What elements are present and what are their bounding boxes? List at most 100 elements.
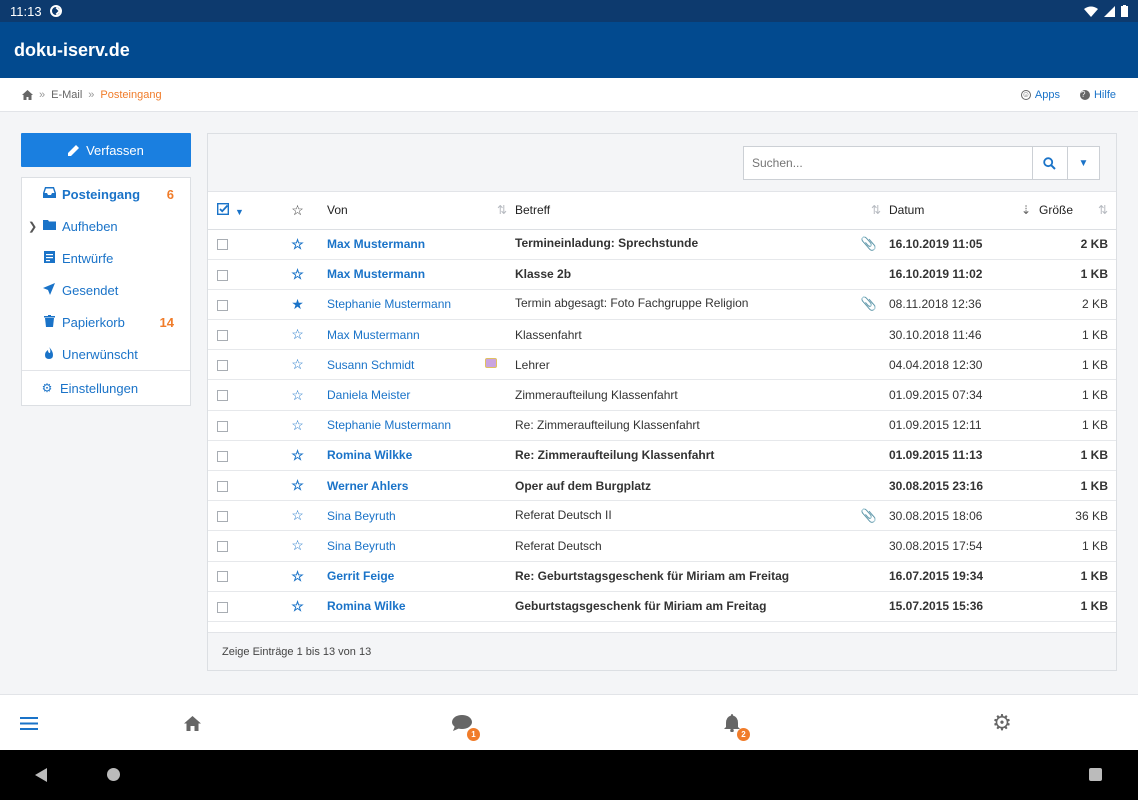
sender-name[interactable]: Stephanie Mustermann bbox=[327, 297, 451, 311]
table-row[interactable]: ☆ Stephanie Mustermann Re: Zimmeraufteilun… bbox=[208, 410, 1116, 441]
system-home-button[interactable] bbox=[107, 768, 120, 781]
row-checkbox[interactable] bbox=[217, 329, 228, 341]
star-outline-icon[interactable]: ☆ bbox=[291, 417, 304, 433]
help-link[interactable]: ? Hilfe bbox=[1079, 89, 1116, 101]
row-checkbox[interactable] bbox=[217, 269, 228, 281]
sort-icon[interactable]: ⇅ bbox=[871, 203, 881, 217]
row-checkbox[interactable] bbox=[217, 239, 228, 251]
mail-subject[interactable]: Referat Deutsch bbox=[515, 539, 602, 553]
sender-name[interactable]: Sina Beyruth bbox=[327, 539, 396, 553]
messages-button[interactable]: 1 bbox=[450, 711, 480, 741]
sender-name[interactable]: Max Mustermann bbox=[327, 328, 420, 342]
row-checkbox[interactable] bbox=[217, 299, 228, 311]
sender-name[interactable]: Gerrit Feige bbox=[327, 569, 394, 583]
row-checkbox[interactable] bbox=[217, 601, 228, 613]
row-checkbox[interactable] bbox=[217, 360, 228, 372]
star-outline-icon[interactable]: ☆ bbox=[291, 356, 304, 372]
home-icon[interactable] bbox=[22, 89, 33, 100]
row-checkbox[interactable] bbox=[217, 571, 228, 583]
star-outline-icon[interactable]: ☆ bbox=[291, 236, 304, 252]
table-row[interactable]: ☆ Sina Beyruth Referat Deutsch II 📎 30.08.20… bbox=[208, 500, 1116, 532]
breadcrumb-inbox[interactable]: Posteingang bbox=[100, 89, 161, 101]
search-options-button[interactable]: ▼ bbox=[1067, 147, 1099, 179]
row-checkbox[interactable] bbox=[217, 420, 228, 432]
home-button[interactable] bbox=[180, 711, 204, 735]
folder-inbox[interactable]: Posteingang 6 bbox=[22, 178, 190, 210]
header-from[interactable]: Von ⇅ bbox=[325, 192, 515, 230]
compose-button[interactable]: Verfassen bbox=[21, 133, 191, 167]
search-input[interactable] bbox=[744, 147, 1032, 179]
sender-name[interactable]: Daniela Meister bbox=[327, 388, 410, 402]
checkbox-checked-icon[interactable]: ▼ bbox=[216, 202, 244, 218]
mail-subject[interactable]: Klasse 2b bbox=[515, 267, 571, 281]
mail-settings[interactable]: ⚙ Einstellungen bbox=[22, 371, 190, 405]
apps-link[interactable]: ☺ Apps bbox=[1020, 89, 1060, 101]
sender-name[interactable]: Max Mustermann bbox=[327, 237, 425, 251]
sort-desc-icon[interactable]: ⇣ bbox=[1021, 203, 1031, 217]
header-date[interactable]: Datum ⇣ bbox=[889, 192, 1039, 230]
mail-subject[interactable]: Lehrer bbox=[515, 358, 550, 372]
sender-name[interactable]: Werner Ahlers bbox=[327, 479, 408, 493]
caret-down-icon[interactable]: ▼ bbox=[235, 207, 244, 217]
table-row[interactable]: ☆ Daniela Meister Zimmeraufteilung Klassen… bbox=[208, 379, 1116, 411]
chevron-right-icon[interactable]: ❯ bbox=[28, 220, 37, 233]
sort-icon[interactable]: ⇅ bbox=[1098, 203, 1108, 217]
table-row[interactable]: ☆ Gerrit Feige Re: Geburtstagsgeschenk für… bbox=[208, 561, 1116, 592]
mail-subject[interactable]: Referat Deutsch II bbox=[515, 508, 612, 522]
mail-subject[interactable]: Re: Zimmeraufteilung Klassenfahrt bbox=[515, 418, 700, 432]
mail-subject[interactable]: Zimmeraufteilung Klassenfahrt bbox=[515, 388, 678, 402]
mail-subject[interactable]: Termin abgesagt: Foto Fachgruppe Religio… bbox=[515, 296, 748, 310]
sender-name[interactable]: Romina Wilke bbox=[327, 599, 406, 613]
star-outline-icon[interactable]: ☆ bbox=[291, 598, 304, 614]
row-checkbox[interactable] bbox=[217, 450, 228, 462]
row-checkbox[interactable] bbox=[217, 390, 228, 402]
table-row[interactable]: ☆ Romina Wilke Geburtstagsgeschenk für Mir… bbox=[208, 591, 1116, 622]
star-outline-icon[interactable]: ☆ bbox=[291, 266, 304, 282]
row-checkbox[interactable] bbox=[217, 480, 228, 492]
recent-apps-button[interactable] bbox=[1089, 768, 1102, 781]
sender-name[interactable]: Max Mustermann bbox=[327, 267, 425, 281]
select-all-header[interactable]: ▼ bbox=[208, 192, 270, 230]
sender-name[interactable]: Sina Beyruth bbox=[327, 509, 396, 523]
row-checkbox[interactable] bbox=[217, 541, 228, 553]
notifications-button[interactable]: 2 bbox=[720, 711, 750, 741]
row-checkbox[interactable] bbox=[217, 511, 228, 523]
table-row[interactable]: ☆ Sina Beyruth Referat Deutsch 30.08.2015 1… bbox=[208, 530, 1116, 562]
settings-button[interactable]: ⚙ bbox=[990, 710, 1014, 735]
star-outline-icon[interactable]: ☆ bbox=[291, 537, 304, 553]
mail-subject[interactable]: Termineinladung: Sprechstunde bbox=[515, 236, 698, 250]
star-outline-icon[interactable]: ☆ bbox=[291, 568, 304, 584]
star-filled-icon[interactable]: ★ bbox=[291, 296, 304, 312]
folder-spam[interactable]: Unerwünscht bbox=[22, 338, 190, 370]
table-row[interactable]: ☆ Susann Schmidt Lehrer 04.04.2018 12:30 1 K… bbox=[208, 349, 1116, 381]
back-button[interactable] bbox=[35, 768, 47, 782]
star-outline-icon[interactable]: ☆ bbox=[291, 326, 304, 342]
folder-drafts[interactable]: Entwürfe bbox=[22, 242, 190, 274]
folder-sent[interactable]: Gesendet bbox=[22, 274, 190, 306]
star-outline-icon[interactable]: ☆ bbox=[291, 507, 304, 523]
star-outline-icon[interactable]: ☆ bbox=[291, 447, 304, 463]
table-row[interactable]: ☆ Max Mustermann Klassenfahrt 30.10.2018 11… bbox=[208, 319, 1116, 351]
sender-name[interactable]: Stephanie Mustermann bbox=[327, 418, 451, 432]
sender-name[interactable]: Romina Wilkke bbox=[327, 448, 412, 462]
mail-subject[interactable]: Klassenfahrt bbox=[515, 328, 582, 342]
mail-subject[interactable]: Oper auf dem Burgplatz bbox=[515, 479, 651, 493]
sender-name[interactable]: Susann Schmidt bbox=[327, 358, 414, 372]
star-outline-icon[interactable]: ☆ bbox=[291, 477, 304, 493]
table-row[interactable]: ☆ Werner Ahlers Oper auf dem Burgplatz 30.0… bbox=[208, 470, 1116, 502]
folder-trash[interactable]: Papierkorb 14 bbox=[22, 306, 190, 338]
star-outline-icon[interactable]: ☆ bbox=[291, 387, 304, 403]
table-row[interactable]: ☆ Romina Wilkke Re: Zimmeraufteilung Klass… bbox=[208, 440, 1116, 472]
header-size[interactable]: Größe ⇅ bbox=[1039, 192, 1116, 230]
table-row[interactable]: ☆ Max Mustermann Termineinladung: Sprechst… bbox=[208, 229, 1116, 260]
header-subject[interactable]: Betreff ⇅ bbox=[515, 192, 889, 230]
menu-button[interactable] bbox=[17, 711, 41, 735]
sort-icon[interactable]: ⇅ bbox=[497, 203, 507, 217]
table-row[interactable]: ★ Stephanie Mustermann Termin abgesagt: Fo… bbox=[208, 289, 1116, 321]
breadcrumb-email[interactable]: E-Mail bbox=[51, 89, 82, 101]
folder-aufheben[interactable]: ❯ Aufheben bbox=[22, 210, 190, 242]
mail-subject[interactable]: Re: Geburtstagsgeschenk für Miriam am Fr… bbox=[515, 569, 789, 583]
mail-subject[interactable]: Re: Zimmeraufteilung Klassenfahrt bbox=[515, 448, 714, 462]
mail-subject[interactable]: Geburtstagsgeschenk für Miriam am Freita… bbox=[515, 599, 766, 613]
table-row[interactable]: ☆ Max Mustermann Klasse 2b 16.10.2019 11:02… bbox=[208, 259, 1116, 290]
